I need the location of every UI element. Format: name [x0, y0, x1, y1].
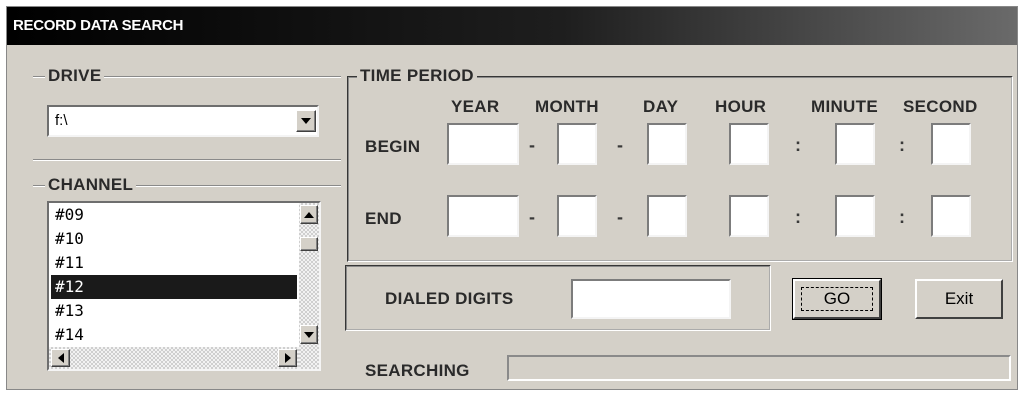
- end-second-field[interactable]: [931, 195, 971, 237]
- channel-scroll-thumb[interactable]: [300, 237, 318, 251]
- drive-group-bottom-edge: [33, 159, 341, 161]
- end-minute-field[interactable]: [835, 195, 875, 237]
- begin-second-field[interactable]: [931, 123, 971, 165]
- end-year-field[interactable]: [447, 195, 519, 237]
- go-button-focus-ring: [801, 287, 873, 311]
- drive-selected-value: f:\: [55, 112, 68, 129]
- begin-month-field[interactable]: [557, 123, 597, 165]
- column-header-second: SECOND: [903, 97, 978, 116]
- begin-time-separator: :: [795, 135, 801, 155]
- time-period-group-label: TIME PERIOD: [357, 66, 477, 86]
- window-title: RECORD DATA SEARCH: [13, 17, 184, 34]
- chevron-down-icon: [304, 331, 314, 338]
- channel-list-item-selected[interactable]: #12: [51, 275, 297, 299]
- begin-time-separator: :: [899, 135, 905, 155]
- exit-button-label: Exit: [944, 289, 974, 308]
- drive-group-label: DRIVE: [45, 66, 105, 86]
- begin-date-separator: -: [529, 135, 535, 155]
- channel-listbox[interactable]: #09 #10 #11 #12 #13 #14: [47, 201, 321, 371]
- exit-button[interactable]: Exit: [915, 279, 1003, 319]
- title-bar: RECORD DATA SEARCH: [7, 7, 1017, 45]
- chevron-right-icon: [284, 353, 291, 363]
- drive-combobox[interactable]: f:\: [47, 105, 319, 137]
- dialed-digits-label: DIALED DIGITS: [385, 289, 514, 308]
- channel-list-item[interactable]: #14: [51, 323, 297, 341]
- begin-row-label: BEGIN: [365, 137, 421, 156]
- end-day-field[interactable]: [647, 195, 687, 237]
- begin-minute-field[interactable]: [835, 123, 875, 165]
- end-row-label: END: [365, 209, 402, 228]
- scroll-left-button[interactable]: [51, 349, 70, 367]
- drive-dropdown-button[interactable]: [296, 110, 316, 132]
- column-header-month: MONTH: [535, 97, 599, 116]
- begin-year-field[interactable]: [447, 123, 519, 165]
- end-date-separator: -: [529, 207, 535, 227]
- channel-list-item[interactable]: #10: [51, 227, 297, 251]
- begin-date-separator: -: [617, 135, 623, 155]
- searching-label: SEARCHING: [365, 361, 470, 380]
- column-header-hour: HOUR: [715, 97, 767, 116]
- scroll-up-button[interactable]: [300, 205, 318, 224]
- chevron-left-icon: [57, 353, 64, 363]
- scroll-down-button[interactable]: [300, 325, 318, 344]
- begin-hour-field[interactable]: [729, 123, 769, 165]
- end-hour-field[interactable]: [729, 195, 769, 237]
- channel-group-label: CHANNEL: [45, 175, 137, 195]
- channel-list-item[interactable]: #11: [51, 251, 297, 275]
- dialed-digits-field[interactable]: [571, 279, 731, 319]
- column-header-year: YEAR: [451, 97, 500, 116]
- end-time-separator: :: [795, 207, 801, 227]
- column-header-minute: MINUTE: [811, 97, 878, 116]
- go-button[interactable]: GO: [792, 278, 882, 320]
- channel-horizontal-scrollbar[interactable]: [49, 347, 299, 369]
- scroll-right-button[interactable]: [278, 349, 297, 367]
- channel-list-item[interactable]: #13: [51, 299, 297, 323]
- scroll-corner: [299, 347, 319, 369]
- end-date-separator: -: [617, 207, 623, 227]
- channel-list-item[interactable]: #09: [51, 203, 297, 227]
- begin-day-field[interactable]: [647, 123, 687, 165]
- search-progress-bar: [507, 355, 1011, 381]
- end-time-separator: :: [899, 207, 905, 227]
- record-data-search-window: RECORD DATA SEARCH DRIVE f:\ CHANNEL #09…: [6, 6, 1018, 390]
- end-month-field[interactable]: [557, 195, 597, 237]
- chevron-up-icon: [304, 211, 314, 218]
- column-header-day: DAY: [643, 97, 679, 116]
- chevron-down-icon: [301, 118, 311, 124]
